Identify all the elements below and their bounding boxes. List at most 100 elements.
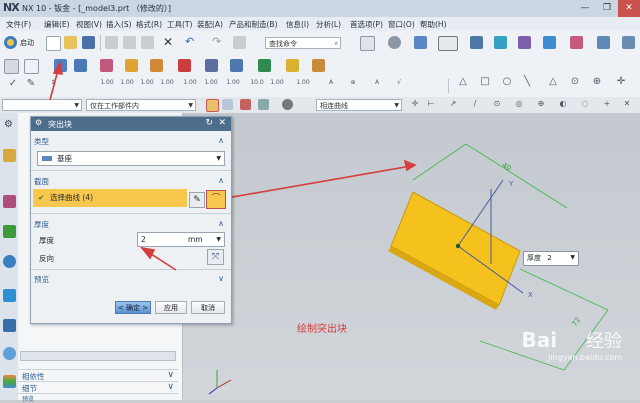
menu-file[interactable]: 文件(F)	[6, 19, 31, 30]
thickness-input[interactable]: 2 mm ▼	[137, 232, 225, 247]
reset-icon[interactable]: ↻	[205, 118, 213, 128]
unbend-icon[interactable]	[150, 59, 163, 72]
symbol-icon[interactable]: △	[546, 77, 560, 87]
snap-icon[interactable]	[206, 99, 219, 112]
gear-icon[interactable]: ⚙	[4, 119, 13, 130]
mid-point-icon[interactable]: /	[468, 100, 482, 108]
layer-icon[interactable]	[470, 36, 483, 49]
corner-icon[interactable]	[230, 59, 243, 72]
graphics-viewport[interactable]: 40 72 Y X 厚度 2 ▼ 绘制突出块 Bai 经验 jingyan.ba…	[183, 113, 640, 400]
contour-flange-icon[interactable]	[100, 59, 113, 72]
rotate-view-icon[interactable]	[388, 36, 401, 49]
note-icon[interactable]: A	[324, 79, 338, 86]
triangle-icon[interactable]: △	[456, 77, 470, 87]
start-label[interactable]: 启动	[20, 38, 34, 48]
part-navigator-icon[interactable]	[3, 149, 16, 162]
sketch-section-icon[interactable]: ✎	[189, 192, 205, 208]
copy-icon[interactable]	[123, 36, 136, 49]
apply-button[interactable]: 应用	[155, 301, 187, 314]
shaded-view-icon[interactable]	[414, 36, 427, 49]
menu-analysis[interactable]: 分析(L)	[316, 19, 341, 30]
menu-view[interactable]: 视图(V)	[76, 19, 102, 30]
more-tools-icon[interactable]	[622, 36, 635, 49]
measure-icon[interactable]	[570, 36, 583, 49]
analysis-icon[interactable]	[543, 36, 556, 49]
curve-rule-select[interactable]: 相连曲线 ▼	[316, 99, 402, 111]
radial-dim-icon[interactable]: 1.00	[120, 79, 134, 86]
open-folder-icon[interactable]	[64, 36, 77, 49]
menu-preferences[interactable]: 首选项(P)	[350, 19, 383, 30]
tangent-icon[interactable]: ◌	[578, 100, 592, 108]
point-on-curve-icon[interactable]: ◐	[556, 100, 570, 108]
type-select[interactable]: 基座 ▼	[37, 151, 225, 166]
existing-point-icon[interactable]: +	[600, 100, 614, 108]
target-icon[interactable]: ⊕	[590, 77, 604, 87]
ok-button[interactable]: < 确定 >	[115, 301, 151, 314]
circle-icon[interactable]: ○	[500, 77, 514, 87]
section-section-header[interactable]: 截面 ∧	[34, 176, 226, 186]
thickness-dim-icon[interactable]: 1.00	[183, 79, 197, 86]
visibility-icon[interactable]	[518, 36, 531, 49]
arc-length-dim-icon[interactable]: 1.00	[204, 79, 218, 86]
preview-section-header[interactable]: 预览 ∨	[34, 274, 226, 284]
horizontal-scrollbar[interactable]	[20, 351, 176, 361]
center-point-icon[interactable]: ◎	[512, 100, 526, 108]
reuse-library-icon[interactable]	[3, 319, 16, 332]
reverse-direction-icon[interactable]: ⤧	[207, 249, 224, 265]
minimize-button[interactable]: —	[574, 0, 596, 17]
undo-icon[interactable]: ↶	[185, 35, 194, 48]
surface-finish-icon[interactable]: √	[392, 79, 406, 86]
close-button[interactable]: ✕	[618, 0, 640, 17]
feature-control-icon[interactable]: ⊕	[346, 79, 360, 86]
end-point-icon[interactable]: ↗	[446, 100, 460, 108]
repeat-command-icon[interactable]	[233, 36, 246, 49]
hole-icon[interactable]	[178, 59, 191, 72]
constraint-navigator-icon[interactable]	[3, 225, 16, 238]
tab-feature-icon[interactable]	[54, 59, 67, 72]
baseline-dim-icon[interactable]: 10.0	[250, 79, 264, 86]
cutout-icon[interactable]	[205, 59, 218, 72]
palette-icon[interactable]	[3, 375, 16, 388]
type-filter-select[interactable]: ▼	[2, 99, 82, 111]
type-section-header[interactable]: 类型 ∧	[34, 136, 226, 146]
point-icon[interactable]: ⊙	[568, 77, 582, 87]
section-view-icon[interactable]	[597, 36, 610, 49]
menu-product-manufacturing[interactable]: 产品和制造(B)	[229, 19, 278, 30]
quadrant-icon[interactable]: ⊕	[534, 100, 548, 108]
details-section[interactable]: 细节 ∨	[18, 381, 178, 393]
dimple-icon[interactable]	[286, 59, 299, 72]
menu-assembly[interactable]: 装配(A)	[197, 19, 223, 30]
thickness-section-header[interactable]: 厚度 ∧	[34, 219, 226, 229]
fit-view-icon[interactable]	[360, 36, 375, 51]
flange-icon[interactable]	[74, 59, 87, 72]
select-curve-row[interactable]: ✔ 选择曲线 (4)	[33, 189, 187, 207]
menu-tools[interactable]: 工具(T)	[167, 19, 192, 30]
hole-callout-icon[interactable]: 1.00	[296, 79, 310, 86]
wcs-icon[interactable]	[494, 36, 507, 49]
cancel-button[interactable]: 取消	[191, 301, 225, 314]
smart-dimension-icon[interactable]: ✓	[6, 79, 20, 89]
thickness-onscreen-input[interactable]: 厚度 2 ▼	[523, 251, 579, 266]
select-all-icon[interactable]	[222, 99, 233, 110]
background-icon[interactable]	[438, 36, 458, 51]
web-browser-icon[interactable]	[3, 255, 16, 268]
new-file-icon[interactable]	[46, 36, 61, 51]
menu-help[interactable]: 帮助(H)	[420, 19, 447, 30]
louver-icon[interactable]	[258, 59, 271, 72]
delete-icon[interactable]: ✕	[163, 35, 173, 49]
history-icon[interactable]	[3, 289, 16, 302]
chamfer-dim-icon[interactable]: 1.00	[160, 79, 174, 86]
dialog-title-bar[interactable]: ⚙ 突出块 ↻ ✕	[31, 117, 231, 131]
intersection-icon[interactable]: ✛	[408, 100, 422, 108]
redo-icon[interactable]: ↷	[212, 35, 221, 48]
datum-icon[interactable]: A	[370, 79, 384, 86]
feature-select-icon[interactable]	[258, 99, 269, 110]
dimension-style-icon[interactable]: ↕	[46, 79, 60, 86]
save-icon[interactable]	[82, 36, 95, 49]
control-point-icon[interactable]: ⊙	[490, 100, 504, 108]
clock-icon[interactable]	[3, 347, 16, 360]
snap-settings-icon[interactable]: ✕	[620, 100, 634, 108]
paste-icon[interactable]	[141, 36, 154, 49]
dependencies-section[interactable]: 相依性 ∨	[18, 369, 178, 381]
assembly-navigator-icon[interactable]	[3, 195, 16, 208]
